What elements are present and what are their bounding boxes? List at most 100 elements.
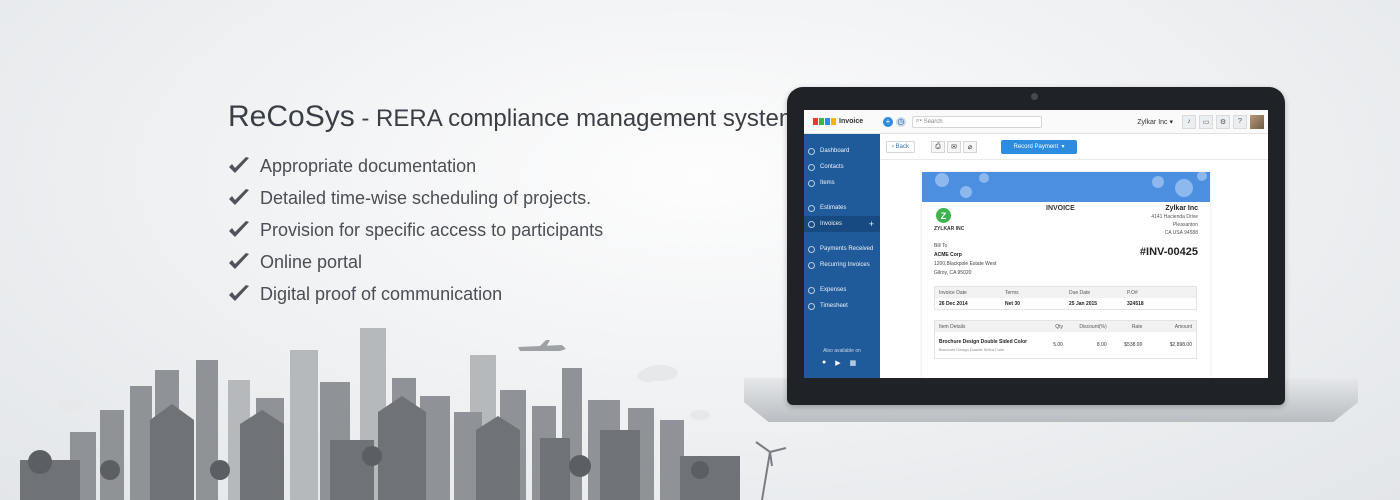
search-icon: ⌕▾ xyxy=(916,118,924,124)
table-cell: 8.00 xyxy=(1096,342,1107,348)
column-header: Amount xyxy=(1174,323,1192,330)
sidebar-item-estimates[interactable]: Estimates xyxy=(804,200,880,216)
from-line: Pleasanton xyxy=(1172,222,1198,228)
sidebar-item-label: Expenses xyxy=(820,287,847,293)
org-switcher[interactable]: Zylkar Inc ▾ xyxy=(1137,118,1173,126)
sidebar-item-label: Contacts xyxy=(820,164,844,170)
sidebar-item-recurring-invoices[interactable]: Recurring Invoices xyxy=(804,257,880,273)
sidebar-item-dashboard[interactable]: Dashboard xyxy=(804,143,880,159)
windows-icon[interactable]: ▦ xyxy=(850,359,857,367)
zoho-logo-icon xyxy=(813,118,837,125)
table-cell: 5.00 xyxy=(1053,342,1063,348)
table-cell: 324518 xyxy=(1127,300,1144,307)
add-new-icon[interactable]: + xyxy=(883,116,893,127)
table-cell: $538.00 xyxy=(1124,342,1143,348)
sidebar-item-label: Items xyxy=(820,180,835,186)
table-cell: Net 30 xyxy=(1005,300,1021,307)
table-header-row: Invoice Date Terms Due Date P.O# xyxy=(935,287,1196,298)
action-group: ⎙ ✉ ⌀ xyxy=(931,140,979,153)
checkmark-icon xyxy=(229,221,249,237)
settings-gear-icon[interactable]: ⚙ xyxy=(1216,114,1230,129)
company-logo: Z xyxy=(936,208,951,223)
table-row: Brochure Design Double Sided Color Broch… xyxy=(935,332,1196,358)
sidebar-item-timesheet[interactable]: Timesheet xyxy=(804,298,880,314)
sidebar-item-contacts[interactable]: Contacts xyxy=(804,159,880,175)
bill-to-line: Gilroy, CA 95020 xyxy=(934,270,972,276)
floral-pattern-icon xyxy=(935,172,1207,198)
feature-label: Appropriate documentation xyxy=(260,155,477,176)
sidebar-item-label: Payments Received xyxy=(820,246,874,252)
record-payment-button[interactable]: Record Payment ▾ xyxy=(1001,139,1078,154)
feature-item: Detailed time-wise scheduling of project… xyxy=(228,182,799,214)
invoice-number: #INV-00425 xyxy=(1139,246,1198,258)
checkmark-icon xyxy=(229,189,249,205)
also-available-label: Also available on xyxy=(823,348,861,354)
add-invoice-icon[interactable]: + xyxy=(869,219,874,229)
back-button[interactable]: ‹ Back xyxy=(886,140,916,153)
attachment-icon[interactable]: ⌀ xyxy=(963,140,978,153)
feature-item: Online portal xyxy=(228,246,799,278)
search-input[interactable]: ⌕▾ Search xyxy=(912,115,1042,128)
email-icon[interactable]: ✉ xyxy=(947,140,962,153)
contacts-icon xyxy=(808,163,815,171)
print-icon[interactable]: ⎙ xyxy=(931,140,946,153)
sidebar-item-payments-received[interactable]: Payments Received xyxy=(804,241,880,257)
sidebar-item-label: Estimates xyxy=(820,205,847,211)
feature-item: Provision for specific access to partici… xyxy=(228,214,799,246)
help-icon[interactable]: ? xyxy=(1233,114,1247,129)
feature-item: Digital proof of communication xyxy=(228,278,799,310)
invoice-items-table: Item Details Qty Discount(%) Rate Amount… xyxy=(934,320,1197,359)
from-line: CA USA 94588 xyxy=(1164,230,1198,236)
hero-title: ReCoSys - RERA compliance management sys… xyxy=(228,100,799,134)
sidebar-item-items[interactable]: Items xyxy=(804,175,880,191)
title-separator: - xyxy=(354,105,377,132)
app-store-links: ● ▶ ▦ xyxy=(822,359,865,367)
org-name: Zylkar Inc xyxy=(1137,118,1168,126)
app-logo[interactable]: Invoice xyxy=(804,118,880,125)
folder-icon[interactable]: ▭ xyxy=(1199,114,1213,129)
sidebar: Dashboard Contacts Items Estimates Invoi… xyxy=(804,134,880,378)
feature-item: Appropriate documentation xyxy=(228,150,799,182)
checkmark-icon xyxy=(229,285,249,301)
search-placeholder: Search xyxy=(923,118,943,125)
checkmark-icon xyxy=(229,157,249,173)
app-logo-text: Invoice xyxy=(839,118,864,125)
apple-icon[interactable]: ● xyxy=(822,359,826,367)
column-header: Qty xyxy=(1055,323,1063,330)
play-store-icon[interactable]: ▶ xyxy=(835,359,840,367)
dashboard-icon xyxy=(808,147,815,155)
notification-bell-icon[interactable]: ♪ xyxy=(1182,114,1196,129)
table-row: 26 Dec 2014 Net 30 25 Jan 2015 324518 xyxy=(935,298,1196,309)
from-name: Zylkar Inc xyxy=(1165,205,1198,212)
timesheet-icon xyxy=(808,302,815,310)
bill-to-name: ACME Corp xyxy=(934,252,962,258)
feature-list: Appropriate documentation Detailed time-… xyxy=(228,150,799,310)
item-description: Brochure Design Double Sided Color xyxy=(939,346,1005,352)
sidebar-item-invoices[interactable]: Invoices + xyxy=(804,216,880,232)
column-header: Due Date xyxy=(1069,289,1091,296)
sidebar-item-expenses[interactable]: Expenses xyxy=(804,282,880,298)
brand-name: ReCoSys xyxy=(228,100,355,133)
hero-section: ReCoSys - RERA compliance management sys… xyxy=(228,100,799,310)
bill-to-label: Bill To xyxy=(934,243,948,249)
column-header: Invoice Date xyxy=(939,289,967,296)
recurring-icon xyxy=(808,261,815,269)
invoice-meta-table: Invoice Date Terms Due Date P.O# 26 Dec … xyxy=(934,286,1197,310)
webcam-icon xyxy=(1031,93,1038,100)
feature-label: Digital proof of communication xyxy=(260,283,503,304)
feature-label: Detailed time-wise scheduling of project… xyxy=(260,187,592,208)
feature-label: Online portal xyxy=(260,251,363,272)
column-header: Discount(%) xyxy=(1079,323,1107,330)
from-address: Zylkar Inc 4141 Hacienda Drive Pleasanto… xyxy=(1151,205,1198,237)
toolbar: ‹ Back ⎙ ✉ ⌀ Record Payment ▾ xyxy=(880,134,1268,160)
items-icon xyxy=(808,179,815,187)
feature-label: Provision for specific access to partici… xyxy=(260,219,604,240)
back-label: Back xyxy=(895,143,910,150)
column-header: Item Details xyxy=(939,323,966,330)
chevron-down-icon: ▾ xyxy=(1061,144,1065,150)
invoice-title: INVOICE xyxy=(1046,205,1075,212)
expenses-icon xyxy=(808,286,815,294)
sidebar-item-label: Invoices xyxy=(820,221,843,227)
user-avatar[interactable] xyxy=(1250,114,1264,129)
recent-icon[interactable]: ◷ xyxy=(896,116,906,127)
